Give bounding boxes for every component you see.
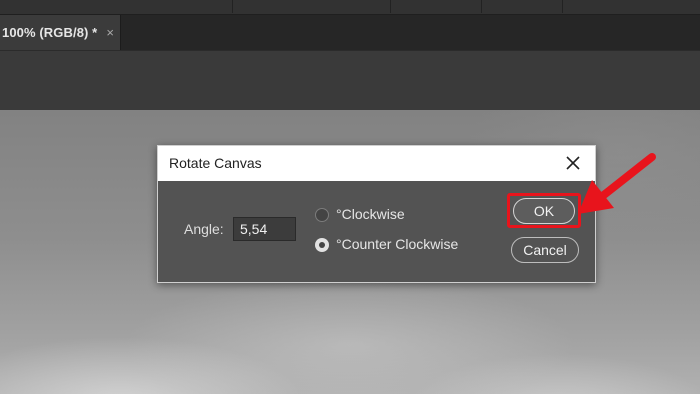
- dialog-title: Rotate Canvas: [169, 155, 262, 171]
- top-bar-segment: [482, 0, 563, 13]
- angle-input[interactable]: [233, 217, 296, 241]
- document-tab[interactable]: 100% (RGB/8) * ×: [0, 15, 121, 50]
- document-tab-title: 100% (RGB/8) *: [2, 25, 98, 40]
- top-bar-segment: [391, 0, 482, 13]
- clockwise-radio[interactable]: [315, 208, 329, 222]
- top-bar-segment: [0, 0, 233, 13]
- dialog-titlebar[interactable]: Rotate Canvas: [158, 146, 595, 181]
- counter-clockwise-radio-label[interactable]: °Counter Clockwise: [336, 236, 458, 252]
- red-arrow-annotation: [578, 153, 656, 214]
- document-tab-bar: 100% (RGB/8) * ×: [0, 15, 700, 50]
- angle-label: Angle:: [184, 221, 224, 237]
- top-bar: [0, 0, 700, 15]
- counter-clockwise-radio[interactable]: [315, 238, 329, 252]
- top-bar-segment: [233, 0, 391, 13]
- cancel-button[interactable]: Cancel: [511, 237, 579, 263]
- rotate-canvas-dialog: Rotate Canvas Angle: °Clockwise °Counter…: [157, 145, 596, 283]
- workspace-area: [0, 50, 700, 111]
- tab-close-icon[interactable]: ×: [106, 25, 114, 40]
- clockwise-radio-label[interactable]: °Clockwise: [336, 206, 405, 222]
